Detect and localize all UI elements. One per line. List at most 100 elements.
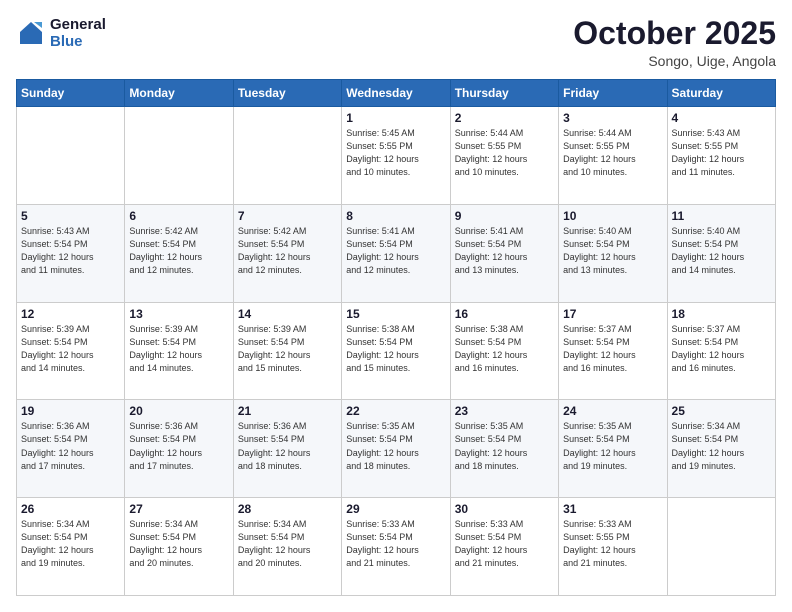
day-info: Sunrise: 5:35 AM Sunset: 5:54 PM Dayligh… (563, 420, 662, 472)
weekday-header-monday: Monday (125, 80, 233, 107)
calendar-cell (667, 498, 775, 596)
calendar-cell: 29 Sunrise: 5:33 AM Sunset: 5:54 PM Dayli… (342, 498, 450, 596)
day-number: 31 (563, 502, 662, 516)
day-info: Sunrise: 5:42 AM Sunset: 5:54 PM Dayligh… (238, 225, 337, 277)
day-info: Sunrise: 5:39 AM Sunset: 5:54 PM Dayligh… (129, 323, 228, 375)
day-number: 20 (129, 404, 228, 418)
calendar-cell: 8Sunrise: 5:41 AM Sunset: 5:54 PM Daylig… (342, 204, 450, 302)
calendar-cell (17, 107, 125, 205)
title-block: October 2025 Songo, Uige, Angola (573, 16, 776, 69)
day-number: 6 (129, 209, 228, 223)
day-number: 18 (672, 307, 771, 321)
week-row-3: 12 Sunrise: 5:39 AM Sunset: 5:54 PM Dayli… (17, 302, 776, 400)
calendar-cell: 10 Sunrise: 5:40 AM Sunset: 5:54 PM Dayli… (559, 204, 667, 302)
day-info: Sunrise: 5:39 AM Sunset: 5:54 PM Dayligh… (238, 323, 337, 375)
day-info: Sunrise: 5:43 AM Sunset: 5:54 PM Dayligh… (21, 225, 120, 277)
day-number: 12 (21, 307, 120, 321)
calendar-cell: 1 Sunrise: 5:45 AM Sunset: 5:55 PM Daylig… (342, 107, 450, 205)
day-number: 29 (346, 502, 445, 516)
day-info: Sunrise: 5:36 AM Sunset: 5:54 PM Dayligh… (129, 420, 228, 472)
calendar-cell: 20 Sunrise: 5:36 AM Sunset: 5:54 PM Dayli… (125, 400, 233, 498)
calendar-cell: 2 Sunrise: 5:44 AM Sunset: 5:55 PM Daylig… (450, 107, 558, 205)
week-row-1: 1 Sunrise: 5:45 AM Sunset: 5:55 PM Daylig… (17, 107, 776, 205)
day-info: Sunrise: 5:34 AM Sunset: 5:54 PM Dayligh… (129, 518, 228, 570)
calendar-cell: 23 Sunrise: 5:35 AM Sunset: 5:54 PM Dayli… (450, 400, 558, 498)
day-number: 13 (129, 307, 228, 321)
calendar-cell: 5 Sunrise: 5:43 AM Sunset: 5:54 PM Daylig… (17, 204, 125, 302)
calendar-cell: 9 Sunrise: 5:41 AM Sunset: 5:54 PM Daylig… (450, 204, 558, 302)
day-info: Sunrise: 5:44 AM Sunset: 5:55 PM Dayligh… (455, 127, 554, 179)
day-info: Sunrise: 5:42 AM Sunset: 5:54 PM Dayligh… (129, 225, 228, 277)
calendar-cell: 28Sunrise: 5:34 AM Sunset: 5:54 PM Dayli… (233, 498, 341, 596)
header: General Blue October 2025 Songo, Uige, A… (16, 16, 776, 69)
day-number: 14 (238, 307, 337, 321)
calendar-cell: 17Sunrise: 5:37 AM Sunset: 5:54 PM Dayli… (559, 302, 667, 400)
day-info: Sunrise: 5:37 AM Sunset: 5:54 PM Dayligh… (563, 323, 662, 375)
day-number: 30 (455, 502, 554, 516)
day-info: Sunrise: 5:33 AM Sunset: 5:54 PM Dayligh… (455, 518, 554, 570)
calendar-cell: 27 Sunrise: 5:34 AM Sunset: 5:54 PM Dayli… (125, 498, 233, 596)
week-row-4: 19 Sunrise: 5:36 AM Sunset: 5:54 PM Dayli… (17, 400, 776, 498)
calendar-cell: 7 Sunrise: 5:42 AM Sunset: 5:54 PM Daylig… (233, 204, 341, 302)
calendar-cell: 3Sunrise: 5:44 AM Sunset: 5:55 PM Daylig… (559, 107, 667, 205)
calendar-cell (233, 107, 341, 205)
calendar-cell: 12 Sunrise: 5:39 AM Sunset: 5:54 PM Dayli… (17, 302, 125, 400)
calendar-cell: 22Sunrise: 5:35 AM Sunset: 5:54 PM Dayli… (342, 400, 450, 498)
page: General Blue October 2025 Songo, Uige, A… (0, 0, 792, 612)
calendar-cell: 19Sunrise: 5:36 AM Sunset: 5:54 PM Dayli… (17, 400, 125, 498)
day-number: 16 (455, 307, 554, 321)
weekday-header-row: SundayMondayTuesdayWednesdayThursdayFrid… (17, 80, 776, 107)
day-info: Sunrise: 5:39 AM Sunset: 5:54 PM Dayligh… (21, 323, 120, 375)
day-info: Sunrise: 5:41 AM Sunset: 5:54 PM Dayligh… (455, 225, 554, 277)
day-number: 15 (346, 307, 445, 321)
calendar-cell: 30 Sunrise: 5:33 AM Sunset: 5:54 PM Dayli… (450, 498, 558, 596)
calendar-cell: 26 Sunrise: 5:34 AM Sunset: 5:54 PM Dayli… (17, 498, 125, 596)
day-info: Sunrise: 5:43 AM Sunset: 5:55 PM Dayligh… (672, 127, 771, 179)
day-info: Sunrise: 5:33 AM Sunset: 5:54 PM Dayligh… (346, 518, 445, 570)
day-info: Sunrise: 5:35 AM Sunset: 5:54 PM Dayligh… (455, 420, 554, 472)
day-number: 22 (346, 404, 445, 418)
day-number: 19 (21, 404, 120, 418)
day-info: Sunrise: 5:34 AM Sunset: 5:54 PM Dayligh… (21, 518, 120, 570)
day-number: 5 (21, 209, 120, 223)
day-info: Sunrise: 5:41 AM Sunset: 5:54 PM Dayligh… (346, 225, 445, 277)
calendar-cell: 25 Sunrise: 5:34 AM Sunset: 5:54 PM Dayli… (667, 400, 775, 498)
logo: General Blue (16, 16, 106, 50)
day-number: 25 (672, 404, 771, 418)
day-info: Sunrise: 5:38 AM Sunset: 5:54 PM Dayligh… (455, 323, 554, 375)
calendar-cell: 11Sunrise: 5:40 AM Sunset: 5:54 PM Dayli… (667, 204, 775, 302)
calendar-cell: 4Sunrise: 5:43 AM Sunset: 5:55 PM Daylig… (667, 107, 775, 205)
day-info: Sunrise: 5:40 AM Sunset: 5:54 PM Dayligh… (672, 225, 771, 277)
calendar-cell: 14 Sunrise: 5:39 AM Sunset: 5:54 PM Dayli… (233, 302, 341, 400)
day-number: 9 (455, 209, 554, 223)
day-info: Sunrise: 5:34 AM Sunset: 5:54 PM Dayligh… (238, 518, 337, 570)
logo-icon (16, 18, 46, 48)
week-row-2: 5 Sunrise: 5:43 AM Sunset: 5:54 PM Daylig… (17, 204, 776, 302)
day-number: 26 (21, 502, 120, 516)
day-number: 27 (129, 502, 228, 516)
day-number: 1 (346, 111, 445, 125)
calendar-cell: 18 Sunrise: 5:37 AM Sunset: 5:54 PM Dayli… (667, 302, 775, 400)
calendar-cell (125, 107, 233, 205)
day-info: Sunrise: 5:37 AM Sunset: 5:54 PM Dayligh… (672, 323, 771, 375)
day-info: Sunrise: 5:34 AM Sunset: 5:54 PM Dayligh… (672, 420, 771, 472)
weekday-header-sunday: Sunday (17, 80, 125, 107)
calendar-cell: 13 Sunrise: 5:39 AM Sunset: 5:54 PM Dayli… (125, 302, 233, 400)
week-row-5: 26 Sunrise: 5:34 AM Sunset: 5:54 PM Dayli… (17, 498, 776, 596)
day-info: Sunrise: 5:38 AM Sunset: 5:54 PM Dayligh… (346, 323, 445, 375)
weekday-header-thursday: Thursday (450, 80, 558, 107)
day-info: Sunrise: 5:45 AM Sunset: 5:55 PM Dayligh… (346, 127, 445, 179)
day-number: 24 (563, 404, 662, 418)
day-number: 21 (238, 404, 337, 418)
day-number: 10 (563, 209, 662, 223)
calendar-cell: 16 Sunrise: 5:38 AM Sunset: 5:54 PM Dayli… (450, 302, 558, 400)
logo-text: General Blue (50, 16, 106, 50)
day-info: Sunrise: 5:40 AM Sunset: 5:54 PM Dayligh… (563, 225, 662, 277)
calendar-cell: 21Sunrise: 5:36 AM Sunset: 5:54 PM Dayli… (233, 400, 341, 498)
calendar-cell: 6 Sunrise: 5:42 AM Sunset: 5:54 PM Daylig… (125, 204, 233, 302)
weekday-header-tuesday: Tuesday (233, 80, 341, 107)
day-number: 7 (238, 209, 337, 223)
day-number: 2 (455, 111, 554, 125)
day-number: 23 (455, 404, 554, 418)
calendar-cell: 24 Sunrise: 5:35 AM Sunset: 5:54 PM Dayli… (559, 400, 667, 498)
